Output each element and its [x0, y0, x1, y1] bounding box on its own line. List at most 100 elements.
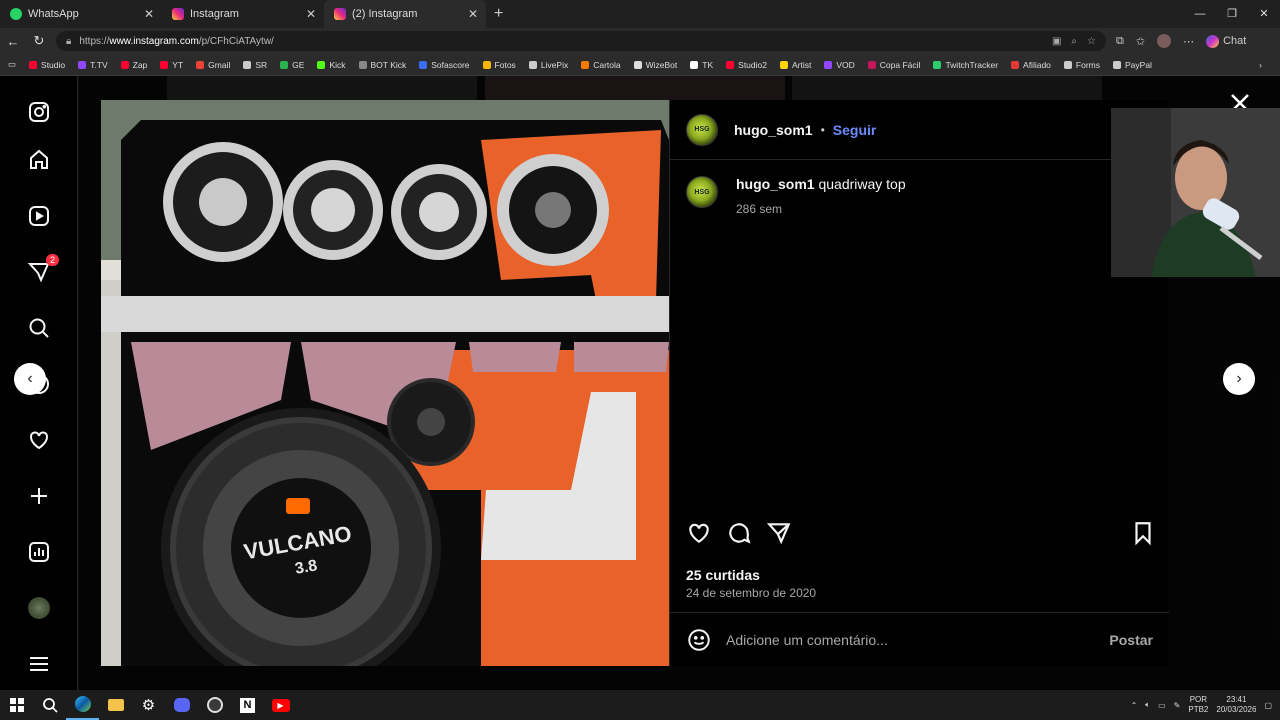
close-tab-icon[interactable]: ✕ — [144, 7, 154, 21]
favorite-icon[interactable]: ☆ — [1087, 36, 1096, 47]
close-tab-icon[interactable]: ✕ — [306, 7, 316, 21]
search-icon[interactable] — [33, 690, 66, 720]
address-toolbar: ← ↻ 🔒︎ https://www.instagram.com/p/CFhCi… — [0, 28, 1280, 54]
extensions-icon[interactable]: ⧉ — [1116, 35, 1124, 48]
like-heart-icon[interactable] — [686, 520, 712, 546]
profile-avatar[interactable] — [1157, 34, 1172, 48]
bookmark-fotos[interactable]: Fotos — [482, 60, 516, 70]
keyboard-layout: PTB2 — [1188, 705, 1209, 714]
restore-icon[interactable]: ❐ — [1216, 0, 1248, 28]
system-clock[interactable]: 23:41 20/03/2026 — [1216, 695, 1256, 715]
likes-count[interactable]: 25 curtidas — [686, 567, 760, 583]
previous-post-arrow-icon[interactable]: ‹ — [14, 363, 46, 395]
bookmark-bot-kick[interactable]: BOT Kick — [358, 60, 406, 70]
bookmark-label: Studio2 — [738, 59, 767, 70]
dashboard-icon[interactable] — [27, 540, 51, 564]
tray-overflow-icon[interactable]: ⌃ — [1131, 701, 1138, 710]
bookmark-favicon-icon — [317, 60, 326, 69]
bookmark-favicon-icon — [933, 60, 942, 69]
back-icon[interactable]: ← — [0, 34, 26, 49]
bookmark-tk[interactable]: TK — [690, 60, 713, 70]
bookmark-studio[interactable]: Studio — [29, 60, 65, 70]
menu-icon[interactable] — [27, 652, 51, 676]
close-tab-icon[interactable]: ✕ — [468, 7, 478, 21]
pen-icon[interactable]: ✎ — [1174, 701, 1181, 710]
save-bookmark-icon[interactable] — [1130, 520, 1156, 546]
minimize-icon[interactable]: — — [1184, 0, 1216, 28]
file-explorer-icon[interactable] — [99, 690, 132, 720]
reels-icon[interactable] — [27, 204, 51, 228]
next-post-arrow-icon[interactable]: › — [1223, 363, 1255, 395]
tab-whatsapp[interactable]: WhatsApp ✕ — [0, 0, 162, 28]
network-icon[interactable]: ▭ — [1158, 701, 1166, 710]
comment-input[interactable]: Adicione um comentário... — [726, 632, 1109, 648]
bookmark-paypal[interactable]: PayPal — [1113, 60, 1152, 70]
bookmark-cartola[interactable]: Cartola — [581, 60, 621, 70]
bookmark-yt[interactable]: YT — [160, 60, 183, 70]
bookmark-twitchtracker[interactable]: TwitchTracker — [933, 60, 998, 70]
home-icon[interactable] — [27, 148, 51, 172]
tab-instagram[interactable]: Instagram ✕ — [162, 0, 324, 28]
notifications-heart-icon[interactable] — [27, 428, 51, 452]
author-avatar[interactable]: HSG — [686, 113, 718, 146]
instagram-icon — [172, 8, 184, 20]
caption-avatar[interactable]: HSG — [686, 176, 718, 208]
language-indicator[interactable]: POR PTB2 — [1188, 695, 1208, 715]
comment-icon[interactable] — [726, 520, 752, 546]
messages-icon[interactable]: 2 — [27, 254, 59, 284]
bookmark-copa-f-cil[interactable]: Copa Fácil — [867, 60, 920, 70]
discord-icon[interactable] — [165, 690, 198, 720]
zoom-icon[interactable]: ⌕ — [1071, 36, 1077, 47]
bookmark-studio2[interactable]: Studio2 — [726, 60, 767, 70]
app-available-icon[interactable]: ▣ — [1052, 36, 1061, 47]
bookmark-t-tv[interactable]: T.TV — [78, 60, 108, 70]
caption-username[interactable]: hugo_som1 — [736, 176, 815, 192]
profile-avatar[interactable] — [27, 596, 51, 620]
emoji-icon[interactable] — [686, 627, 712, 653]
copilot-chat-button[interactable]: Chat — [1206, 34, 1246, 48]
notifications-icon[interactable]: ▢ — [1264, 701, 1272, 710]
bookmark-vod[interactable]: VOD — [824, 60, 855, 70]
favorites-icon[interactable]: ✩ — [1136, 35, 1145, 48]
new-tab-button[interactable]: + — [494, 5, 503, 23]
bookmark-label: SR — [255, 59, 268, 70]
bookmark-sr[interactable]: SR — [243, 60, 267, 70]
post-comment-button[interactable]: Postar — [1109, 632, 1153, 648]
share-send-icon[interactable] — [766, 520, 792, 546]
notion-icon[interactable]: N — [231, 690, 264, 720]
search-icon[interactable] — [27, 316, 51, 340]
bookmarks-overflow-chevron-icon[interactable]: › — [1259, 60, 1262, 70]
windows-start-icon[interactable] — [0, 690, 33, 720]
tab-instagram-active[interactable]: (2) Instagram ✕ — [324, 0, 486, 28]
bookmark-ge[interactable]: GE — [280, 60, 304, 70]
refresh-icon[interactable]: ↻ — [26, 33, 52, 49]
header-separator: • — [820, 122, 825, 137]
bookmark-favicon-icon — [633, 60, 642, 69]
bookmark-forms[interactable]: Forms — [1063, 60, 1100, 70]
more-menu-icon[interactable]: ⋯ — [1183, 35, 1194, 48]
bookmark-label: TwitchTracker — [945, 59, 999, 70]
bookmark-label: Sofascore — [431, 59, 470, 70]
bookmark-livepix[interactable]: LivePix — [528, 60, 568, 70]
url-bar[interactable]: 🔒︎ https://www.instagram.com/p/CFhCiATAy… — [56, 31, 1106, 51]
bookmark-favicon-icon — [581, 60, 590, 69]
bookmark-zap[interactable]: Zap — [120, 60, 147, 70]
create-icon[interactable] — [27, 484, 51, 508]
follow-button[interactable]: Seguir — [833, 122, 877, 138]
settings-gear-icon[interactable]: ⚙ — [132, 690, 165, 720]
edge-browser-icon[interactable] — [66, 690, 99, 720]
bookmark-afiliado[interactable]: Afiliado — [1011, 60, 1051, 70]
author-username[interactable]: hugo_som1 — [734, 122, 813, 138]
youtube-icon[interactable]: ▶ — [264, 690, 297, 720]
bookmark-artist[interactable]: Artist — [780, 60, 811, 70]
volume-icon[interactable]: 🔈︎ — [1145, 700, 1150, 710]
bookmark-favicon-icon — [528, 60, 537, 69]
bookmark-sofascore[interactable]: Sofascore — [419, 59, 470, 70]
close-window-icon[interactable]: ✕ — [1248, 0, 1280, 28]
bookmark-kick[interactable]: Kick — [317, 60, 346, 70]
instagram-logo-icon[interactable] — [27, 100, 51, 124]
obs-icon[interactable] — [198, 690, 231, 720]
bookmark-wizebot[interactable]: WizeBot — [633, 60, 677, 70]
bookmark-gmail[interactable]: Gmail — [196, 60, 230, 70]
sidebar-toggle-icon[interactable]: ▭ — [8, 59, 16, 70]
